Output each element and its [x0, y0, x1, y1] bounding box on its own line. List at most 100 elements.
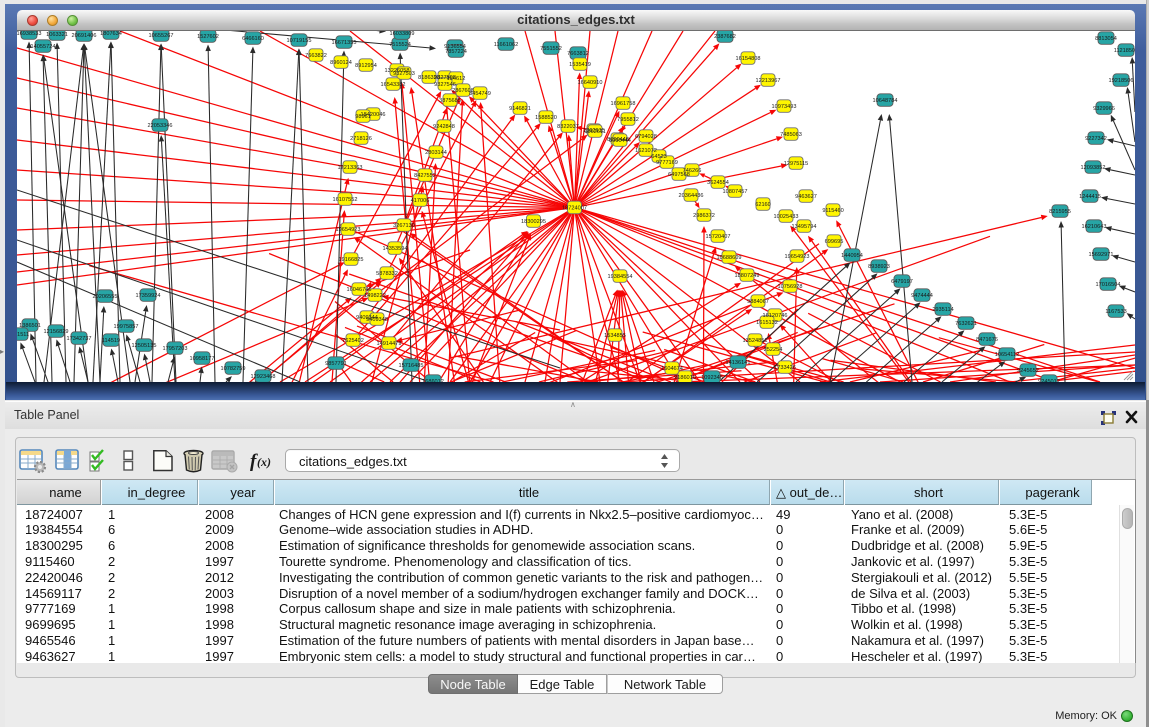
svg-text:9777169: 9777169 — [656, 160, 678, 166]
svg-text:18300295: 18300295 — [521, 219, 546, 225]
svg-text:19975857: 19975857 — [114, 324, 139, 330]
svg-text:15692971: 15692971 — [1089, 252, 1114, 258]
svg-text:13495794: 13495794 — [792, 224, 817, 230]
svg-text:1092346: 1092346 — [701, 375, 723, 381]
svg-text:16543382: 16543382 — [381, 82, 406, 88]
svg-text:20206555: 20206555 — [93, 294, 118, 300]
svg-text:7663822: 7663822 — [305, 53, 327, 59]
svg-text:2718126: 2718126 — [350, 136, 372, 142]
svg-text:1440954: 1440954 — [841, 253, 863, 259]
svg-text:16671355: 16671355 — [332, 40, 357, 46]
svg-text:12156829: 12156829 — [44, 329, 69, 335]
svg-text:2387682: 2387682 — [714, 34, 736, 40]
svg-text:1167533: 1167533 — [1105, 309, 1126, 315]
svg-text:417006: 417006 — [411, 198, 430, 204]
svg-text:6794028: 6794028 — [635, 134, 657, 140]
svg-text:12923468: 12923468 — [251, 374, 276, 380]
svg-text:7632621: 7632621 — [955, 321, 977, 327]
svg-text:9245652: 9245652 — [1017, 368, 1039, 374]
svg-text:7485063: 7485063 — [780, 132, 802, 138]
svg-text:14353594: 14353594 — [383, 246, 408, 252]
svg-text:7515524: 7515524 — [389, 42, 411, 48]
svg-text:9463627: 9463627 — [795, 194, 817, 200]
svg-text:10688609: 10688609 — [717, 255, 742, 261]
svg-text:16107552: 16107552 — [333, 197, 358, 203]
svg-text:16210643: 16210643 — [1082, 224, 1107, 230]
svg-text:14055724: 14055724 — [31, 44, 56, 50]
svg-text:1063321: 1063321 — [46, 32, 68, 38]
svg-text:18807249: 18807249 — [735, 273, 760, 279]
svg-text:7663812: 7663812 — [567, 51, 589, 57]
svg-text:11218506: 11218506 — [1114, 48, 1135, 54]
svg-text:3624554: 3624554 — [707, 180, 729, 186]
svg-text:10654112: 10654112 — [995, 352, 1019, 358]
svg-text:18724007: 18724007 — [562, 205, 587, 211]
svg-text:12093852: 12093852 — [1081, 165, 1106, 171]
svg-text:9115460: 9115460 — [822, 208, 843, 214]
svg-text:22053346: 22053346 — [148, 123, 173, 129]
svg-text:19654923: 19654923 — [336, 227, 361, 233]
svg-text:10973493: 10973493 — [772, 104, 797, 110]
svg-text:9857791: 9857791 — [325, 361, 347, 367]
svg-text:16938533: 16938533 — [17, 31, 41, 37]
svg-text:19654923: 19654923 — [785, 254, 810, 260]
svg-text:3875685: 3875685 — [439, 98, 461, 104]
svg-text:8215955: 8215955 — [1049, 209, 1071, 215]
svg-text:9186016: 9186016 — [674, 375, 696, 381]
svg-text:114519: 114519 — [102, 338, 120, 344]
svg-text:2986372: 2986372 — [693, 213, 715, 219]
svg-text:9245012: 9245012 — [1038, 379, 1060, 382]
svg-text:2935114: 2935114 — [932, 307, 953, 313]
svg-text:8960124: 8960124 — [330, 60, 352, 66]
svg-text:1535419: 1535419 — [569, 62, 591, 68]
svg-text:9329966: 9329966 — [1093, 106, 1115, 112]
svg-text:12213967: 12213967 — [756, 78, 781, 84]
svg-text:7955812: 7955812 — [617, 117, 639, 123]
svg-text:8471676: 8471676 — [976, 337, 998, 343]
svg-text:7551552: 7551552 — [540, 46, 562, 52]
svg-text:1534855: 1534855 — [604, 333, 626, 339]
svg-text:19166825: 19166825 — [339, 257, 364, 263]
svg-text:6466160: 6466160 — [242, 36, 264, 42]
svg-text:9409348: 9409348 — [366, 317, 388, 323]
svg-text:17359924: 17359924 — [136, 293, 161, 299]
svg-text:7857224: 7857224 — [445, 49, 467, 55]
svg-text:1244415: 1244415 — [1079, 194, 1101, 200]
svg-text:14914479: 14914479 — [377, 341, 402, 347]
svg-text:10719155: 10719155 — [287, 38, 312, 44]
svg-text:1604674: 1604674 — [661, 366, 683, 372]
svg-text:10958177: 10958177 — [190, 356, 215, 362]
svg-text:1498222: 1498222 — [364, 293, 386, 299]
svg-text:8427552: 8427552 — [414, 173, 436, 179]
svg-text:16640910: 16640910 — [578, 80, 603, 86]
svg-text:1686012: 1686012 — [422, 379, 444, 382]
svg-text:746266: 746266 — [683, 168, 702, 174]
svg-text:19218506: 19218506 — [1109, 78, 1134, 84]
svg-text:11661062: 11661062 — [494, 42, 518, 48]
svg-text:13524851: 13524851 — [743, 338, 768, 344]
svg-text:1807634: 1807634 — [100, 31, 122, 37]
svg-text:8322037: 8322037 — [557, 124, 579, 130]
svg-text:1588520: 1588520 — [535, 115, 557, 121]
svg-text:10782759: 10782759 — [221, 366, 246, 372]
svg-text:8912954: 8912954 — [355, 63, 377, 69]
svg-text:8813054: 8813054 — [1095, 36, 1117, 42]
svg-text:5878332: 5878332 — [376, 271, 398, 277]
svg-text:20691406: 20691406 — [72, 33, 97, 39]
svg-text:16033809: 16033809 — [390, 31, 415, 37]
svg-text:(x): (x) — [257, 455, 271, 469]
svg-text:14136141: 14136141 — [726, 360, 751, 366]
svg-text:8938923: 8938923 — [868, 264, 890, 270]
svg-text:10807457: 10807457 — [723, 189, 748, 195]
svg-text:12505135: 12505135 — [132, 343, 157, 349]
svg-text:1733426: 1733426 — [774, 365, 796, 371]
svg-text:252254: 252254 — [764, 347, 783, 353]
svg-text:10655267: 10655267 — [149, 33, 174, 39]
svg-text:9884067: 9884067 — [747, 299, 769, 305]
svg-text:16120746: 16120746 — [763, 313, 788, 319]
svg-text:10756928: 10756928 — [778, 284, 803, 290]
svg-text:9327503: 9327503 — [393, 71, 415, 77]
svg-text:1615132: 1615132 — [756, 320, 778, 326]
svg-text:3267130: 3267130 — [393, 223, 415, 229]
svg-text:15720407: 15720407 — [706, 234, 731, 240]
